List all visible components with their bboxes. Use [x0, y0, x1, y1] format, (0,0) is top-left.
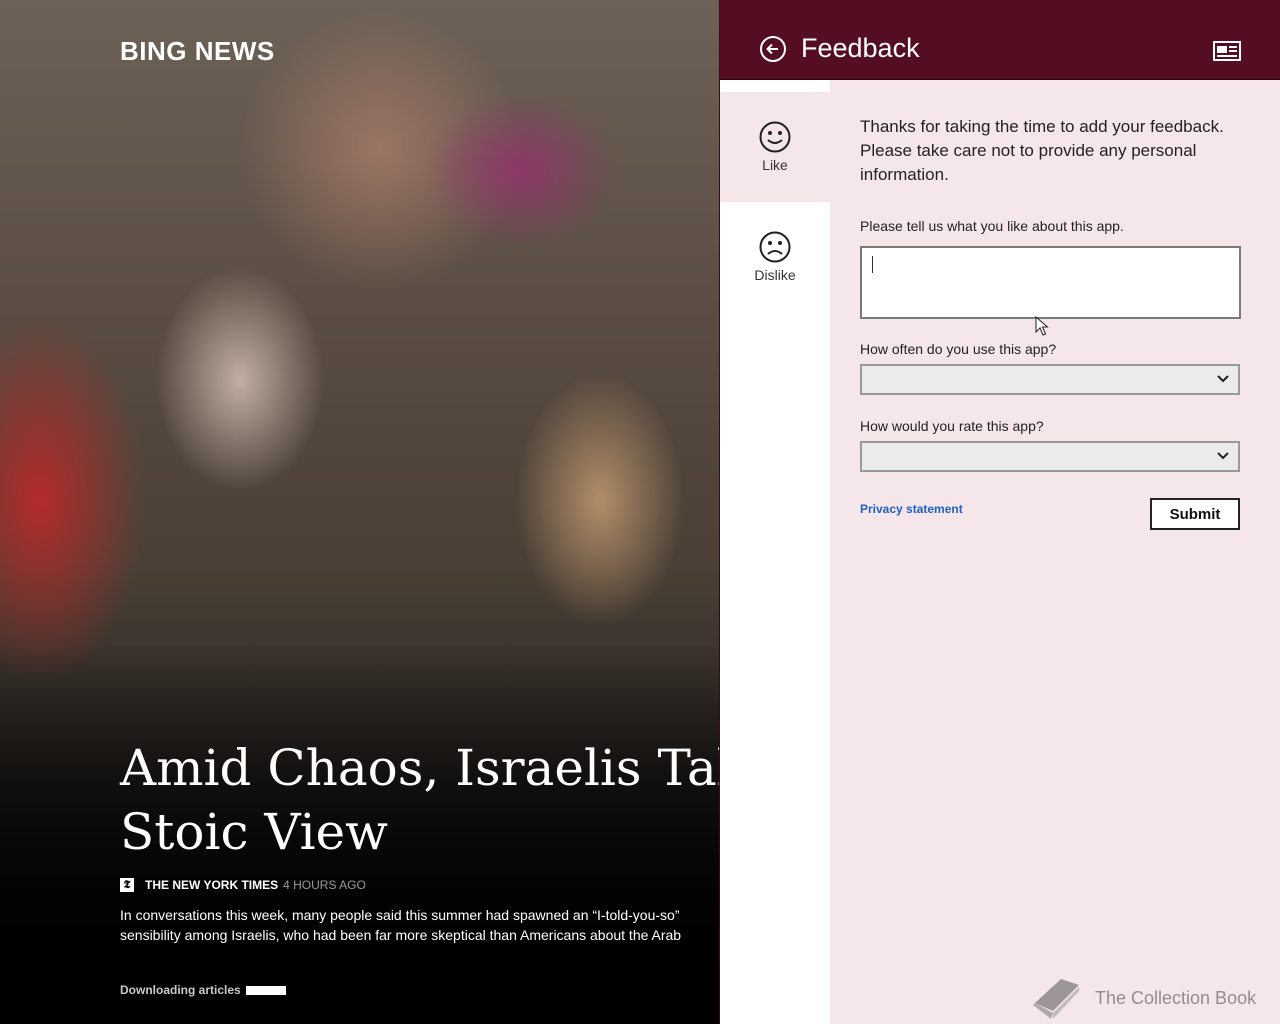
reading-view-icon[interactable]: [1213, 41, 1241, 61]
chevron-down-icon: [1217, 375, 1229, 383]
flyout-title: Feedback: [801, 33, 920, 63]
nav-label-like: Like: [762, 157, 788, 173]
article-summary: In conversations this week, many people …: [120, 905, 719, 945]
app-brand: BING NEWS: [120, 36, 275, 66]
rating-label: How would you rate this app?: [860, 418, 1044, 434]
book-logo-icon: [1033, 979, 1079, 1019]
frown-icon: [759, 231, 791, 263]
watermark-text: The Collection Book: [1095, 987, 1257, 1008]
download-status: Downloading articles: [120, 983, 286, 997]
headline-line-2: Stoic View: [120, 803, 388, 861]
nav-item-like[interactable]: Like: [720, 92, 830, 202]
text-caret: [872, 256, 873, 273]
feedback-flyout: Feedback Like Dislike Thanks for taking …: [719, 0, 1280, 1024]
feedback-intro-text: Thanks for taking the time to add your f…: [860, 117, 1224, 184]
watermark: The Collection Book: [1029, 975, 1256, 1021]
back-arrow-circle-icon[interactable]: [760, 36, 786, 62]
source-name: THE NEW YORK TIMES: [145, 878, 279, 892]
smile-icon: [759, 121, 791, 153]
chevron-down-icon: [1217, 452, 1229, 460]
rating-select[interactable]: [860, 441, 1240, 472]
frequency-select[interactable]: [860, 364, 1240, 395]
download-status-label: Downloading articles: [120, 983, 241, 997]
article-source-row: 𝕿 THE NEW YORK TIMES 4 HOURS AGO: [120, 876, 366, 894]
article-headline[interactable]: Amid Chaos, Israelis Take Stoic View: [120, 736, 719, 864]
mouse-pointer-icon: [1035, 316, 1049, 336]
summary-line-1: In conversations this week, many people …: [120, 907, 680, 923]
summary-line-2: sensibility among Israelis, who had been…: [120, 927, 682, 943]
download-progress-bar: [245, 985, 286, 995]
frequency-label: How often do you use this app?: [860, 341, 1057, 357]
headline-line-1: Amid Chaos, Israelis Take: [120, 739, 719, 797]
news-article-pane[interactable]: BING NEWS Amid Chaos, Israelis Take Stoi…: [0, 0, 719, 1024]
article-age: 4 HOURS AGO: [283, 878, 366, 892]
nav-label-dislike: Dislike: [754, 267, 796, 283]
flyout-header: Feedback: [720, 0, 1280, 80]
nav-item-dislike[interactable]: Dislike: [720, 202, 830, 312]
like-feedback-textarea[interactable]: [860, 246, 1241, 319]
feedback-type-nav: Like Dislike: [720, 80, 830, 1024]
privacy-statement-link[interactable]: Privacy statement: [860, 502, 963, 516]
submit-button[interactable]: Submit: [1150, 498, 1240, 530]
newspaper-logo-icon: 𝕿: [120, 878, 134, 892]
like-prompt-label: Please tell us what you like about this …: [860, 218, 1124, 234]
